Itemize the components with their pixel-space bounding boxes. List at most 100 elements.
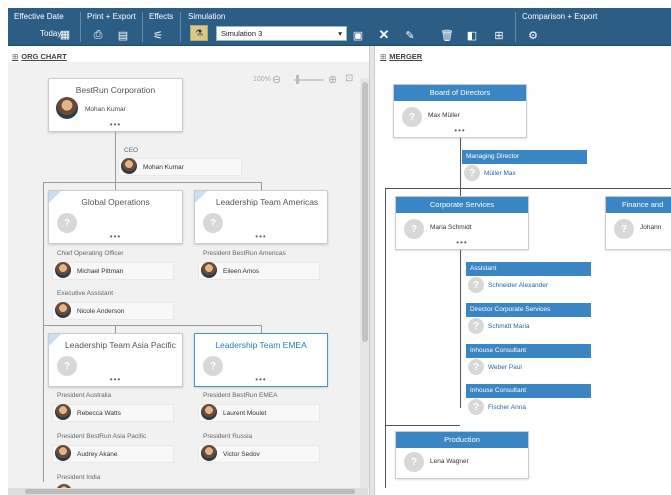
person-card[interactable]: Laurent Moulet — [198, 404, 320, 422]
effects-label: Effects — [149, 12, 174, 21]
org-unit-card[interactable]: Leadership Team Americas ? ••• — [194, 190, 328, 244]
avatar — [201, 445, 217, 461]
more-icon[interactable]: ••• — [396, 238, 528, 247]
person-card[interactable]: Nicole Anderson — [52, 302, 174, 320]
more-icon[interactable]: ••• — [49, 232, 182, 241]
position-role: Inhouse Consultant — [466, 384, 591, 398]
more-icon[interactable]: ••• — [49, 120, 182, 129]
avatar-placeholder: ? — [468, 318, 484, 334]
avatar — [201, 262, 217, 278]
position-role: President BestRun Americas — [203, 250, 286, 257]
more-icon[interactable]: ••• — [195, 375, 327, 384]
horizontal-scrollbar-thumb[interactable] — [25, 489, 355, 494]
vertical-scrollbar-thumb[interactable] — [362, 82, 368, 342]
person-name: Audrey Akane — [77, 451, 118, 458]
add-icon[interactable]: ⊞ — [492, 28, 506, 42]
person-card[interactable]: ? Weber Paul — [466, 358, 591, 378]
person-card[interactable]: Mohan Kumar — [118, 158, 242, 176]
org-chart-icon: ⊞ — [12, 52, 19, 61]
person-name: Eileen Amos — [223, 268, 260, 275]
print-export-label: Print + Export — [87, 12, 136, 21]
effects-icon[interactable]: ⚟ — [151, 28, 165, 42]
position-role: Assistant — [466, 262, 591, 276]
zoom-in-icon[interactable]: ⊕ — [328, 73, 337, 86]
zoom-slider-handle[interactable] — [296, 75, 299, 84]
org-chart-title[interactable]: ⊞ ORG CHART — [12, 52, 67, 61]
dropdown-arrow-icon: ▾ — [338, 29, 342, 38]
close-icon[interactable]: ✕ — [377, 27, 391, 42]
save-icon[interactable]: ▤ — [116, 28, 130, 42]
avatar-placeholder: ? — [464, 165, 480, 181]
person-name: Schmidt Maria — [488, 323, 530, 330]
org-unit-title: Global Operations — [81, 197, 150, 207]
more-icon[interactable]: ••• — [394, 126, 526, 135]
person-card[interactable]: Audrey Akane — [52, 445, 174, 463]
person-card[interactable]: Michael Pittman — [52, 262, 174, 280]
person-name: Rebecca Watts — [77, 410, 121, 417]
position-role: President Russia — [203, 433, 253, 440]
org-unit-card[interactable]: Global Operations ? ••• — [48, 190, 183, 244]
effective-date-label: Effective Date — [14, 12, 64, 21]
position-role: Managing Director — [462, 150, 587, 164]
fit-icon[interactable]: ⊡ — [345, 73, 353, 84]
person-card[interactable]: Rebecca Watts — [52, 404, 174, 422]
org-unit-title: BestRun Corporation — [75, 85, 156, 95]
org-unit-title: Leadership Team EMEA — [215, 340, 307, 350]
org-unit-card[interactable]: Leadership Team Asia Pacific ? ••• — [48, 333, 183, 387]
calendar-icon[interactable]: ▦ — [58, 27, 72, 41]
person-name: Mohan Kumar — [85, 106, 126, 113]
position-role: Executive Assistant — [57, 290, 113, 297]
person-name: Müller Max — [484, 170, 516, 177]
person-card[interactable]: Victor Sedov — [198, 445, 320, 463]
person-name: Schneider Alexander — [488, 282, 548, 289]
settings-icon[interactable]: ⚙ — [526, 28, 540, 42]
zoom-controls: 100% ⊖ ⊕ ⊡ — [248, 72, 358, 88]
person-name: Laurent Moulet — [223, 410, 267, 417]
merger-title[interactable]: ⊞ MERGER — [380, 52, 422, 61]
org-unit-card-root[interactable]: BestRun Corporation Mohan Kumar ••• — [48, 78, 183, 132]
person-card[interactable]: ? Fischer Anna — [466, 398, 591, 418]
avatar-placeholder: ? — [404, 219, 424, 239]
panel-icon[interactable]: ◧ — [465, 28, 479, 42]
person-card[interactable]: ? Schneider Alexander — [466, 276, 591, 296]
print-icon[interactable]: ⎙ — [91, 28, 105, 42]
avatar — [56, 97, 78, 119]
edit-icon[interactable]: ✎ — [403, 28, 417, 42]
connector — [460, 188, 461, 196]
simulation-icon[interactable]: ⚗ — [190, 25, 208, 41]
person-card[interactable]: ? Müller Max — [462, 164, 587, 184]
person-name: Max Müller — [428, 112, 460, 119]
person-card[interactable]: ? Schmidt Maria — [466, 317, 591, 337]
org-unit-title: Leadership Team Asia Pacific — [65, 340, 176, 350]
copy-icon[interactable]: ▣ — [351, 28, 365, 42]
merger-unit-card[interactable]: Production ? Lena Wagner — [395, 431, 529, 479]
separator — [180, 12, 181, 42]
avatar-placeholder: ? — [404, 452, 424, 472]
person-name: Nicole Anderson — [77, 308, 125, 315]
corner-marker — [195, 191, 207, 203]
position-role: President India — [57, 474, 101, 481]
connector — [261, 325, 262, 333]
merger-unit-card[interactable]: Board of Directors ? Max Müller ••• — [393, 84, 527, 138]
person-name: Mohan Kumar — [143, 164, 184, 171]
person-card[interactable]: Eileen Amos — [198, 262, 320, 280]
merger-unit-card[interactable]: Finance and ? Johann — [605, 196, 671, 250]
panel-splitter[interactable] — [369, 46, 375, 495]
separator — [80, 12, 81, 42]
connector — [115, 182, 116, 190]
zoom-out-icon[interactable]: ⊖ — [272, 73, 281, 86]
merger-unit-card[interactable]: Corporate Services ? Maria Schmidt ••• — [395, 196, 529, 250]
simulation-select[interactable]: Simulation 3 ▾ — [216, 26, 347, 41]
unit-header: Finance and — [606, 197, 671, 213]
avatar — [121, 158, 137, 174]
person-name: Johann — [640, 224, 662, 231]
avatar-placeholder: ? — [614, 219, 634, 239]
more-icon[interactable]: ••• — [49, 375, 182, 384]
avatar-placeholder: ? — [402, 107, 422, 127]
separator — [515, 12, 516, 42]
avatar — [201, 404, 217, 420]
delete-icon[interactable]: 🗑 — [440, 28, 454, 42]
org-unit-card-selected[interactable]: Leadership Team EMEA ? ••• — [194, 333, 328, 387]
simulation-select-value: Simulation 3 — [221, 29, 263, 38]
more-icon[interactable]: ••• — [195, 232, 327, 241]
